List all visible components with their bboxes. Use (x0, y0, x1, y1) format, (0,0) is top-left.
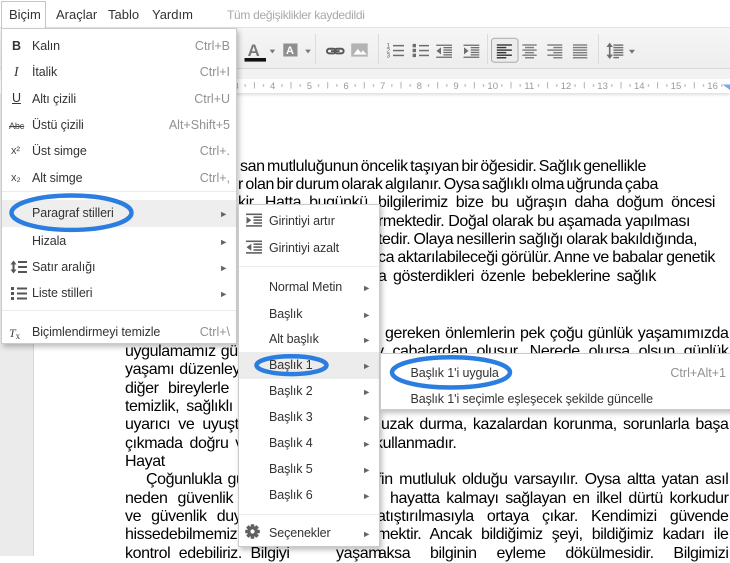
svg-text:13: 13 (597, 81, 608, 92)
svg-text:12: 12 (561, 81, 572, 92)
svg-text:6: 6 (343, 81, 348, 92)
svg-text:15: 15 (671, 81, 682, 92)
svg-text:14: 14 (634, 81, 645, 92)
svg-text:16: 16 (707, 81, 718, 92)
svg-text:9: 9 (453, 81, 458, 92)
svg-text:A: A (286, 45, 294, 57)
svg-text:8: 8 (417, 81, 422, 92)
svg-text:3: 3 (387, 53, 391, 60)
svg-text:5: 5 (307, 81, 312, 92)
svg-text:A: A (248, 41, 260, 60)
svg-text:4: 4 (270, 81, 275, 92)
svg-text:7: 7 (380, 81, 385, 92)
svg-text:11: 11 (524, 81, 534, 92)
svg-text:10: 10 (487, 81, 498, 92)
